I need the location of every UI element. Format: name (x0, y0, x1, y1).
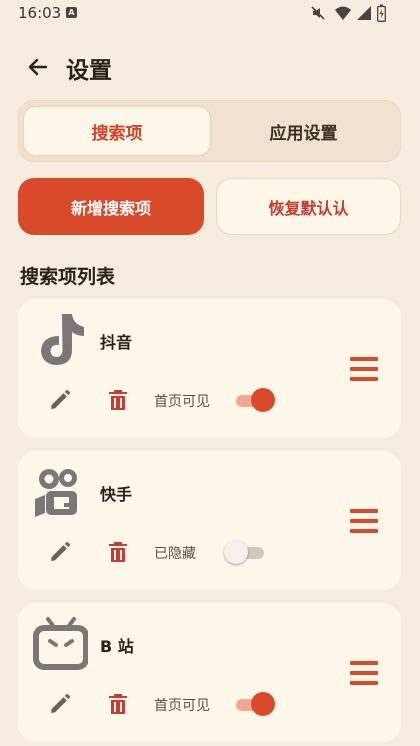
delete-button[interactable] (104, 386, 132, 414)
add-search-item-button[interactable]: 新增搜索项 (18, 178, 204, 235)
item-name: B 站 (100, 637, 134, 656)
status-time: 16:03 (18, 4, 62, 22)
trash-icon (109, 542, 127, 562)
signal-icon (357, 6, 371, 20)
tab-bar: 搜索项 应用设置 (18, 100, 401, 162)
visibility-label: 已隐藏 (154, 546, 196, 562)
item-name: 抖音 (100, 333, 133, 352)
edit-button[interactable] (46, 690, 74, 718)
edit-button[interactable] (46, 386, 74, 414)
pencil-icon (51, 541, 71, 561)
trash-icon (109, 694, 127, 714)
list-item: B 站 首页可见 (18, 603, 401, 742)
edit-button[interactable] (46, 538, 74, 566)
page-title: 设置 (66, 58, 112, 84)
bilibili-icon (33, 617, 88, 670)
tiktok-icon (41, 314, 84, 365)
drag-handle-icon[interactable] (348, 355, 380, 383)
status-bar: 16:03 A (0, 0, 420, 28)
visibility-toggle[interactable] (224, 539, 268, 565)
visibility-label: 首页可见 (154, 394, 210, 410)
wifi-icon (335, 6, 351, 20)
trash-icon (109, 390, 127, 410)
drag-handle-icon[interactable] (348, 507, 380, 535)
mute-icon (311, 6, 325, 20)
pencil-icon (51, 693, 71, 713)
section-title: 搜索项列表 (20, 266, 116, 288)
list-item: 抖音 首页可见 (18, 299, 401, 438)
visibility-toggle[interactable] (234, 387, 275, 413)
arrow-left-icon (28, 58, 48, 76)
pencil-icon (51, 389, 71, 409)
visibility-toggle[interactable] (234, 691, 275, 717)
delete-button[interactable] (104, 690, 132, 718)
sim-icon: A (66, 7, 77, 18)
item-name: 快手 (100, 485, 133, 504)
restore-default-button[interactable]: 恢复默认认 (216, 178, 401, 235)
battery-icon (377, 4, 386, 22)
tab-app-settings[interactable]: 应用设置 (212, 107, 395, 155)
back-button[interactable] (20, 50, 56, 84)
visibility-label: 首页可见 (154, 698, 210, 714)
kuaishou-icon (35, 469, 77, 517)
delete-button[interactable] (104, 538, 132, 566)
list-item: 快手 已隐藏 (18, 451, 401, 590)
drag-handle-icon[interactable] (348, 659, 380, 687)
tab-search-items[interactable]: 搜索项 (24, 107, 210, 155)
